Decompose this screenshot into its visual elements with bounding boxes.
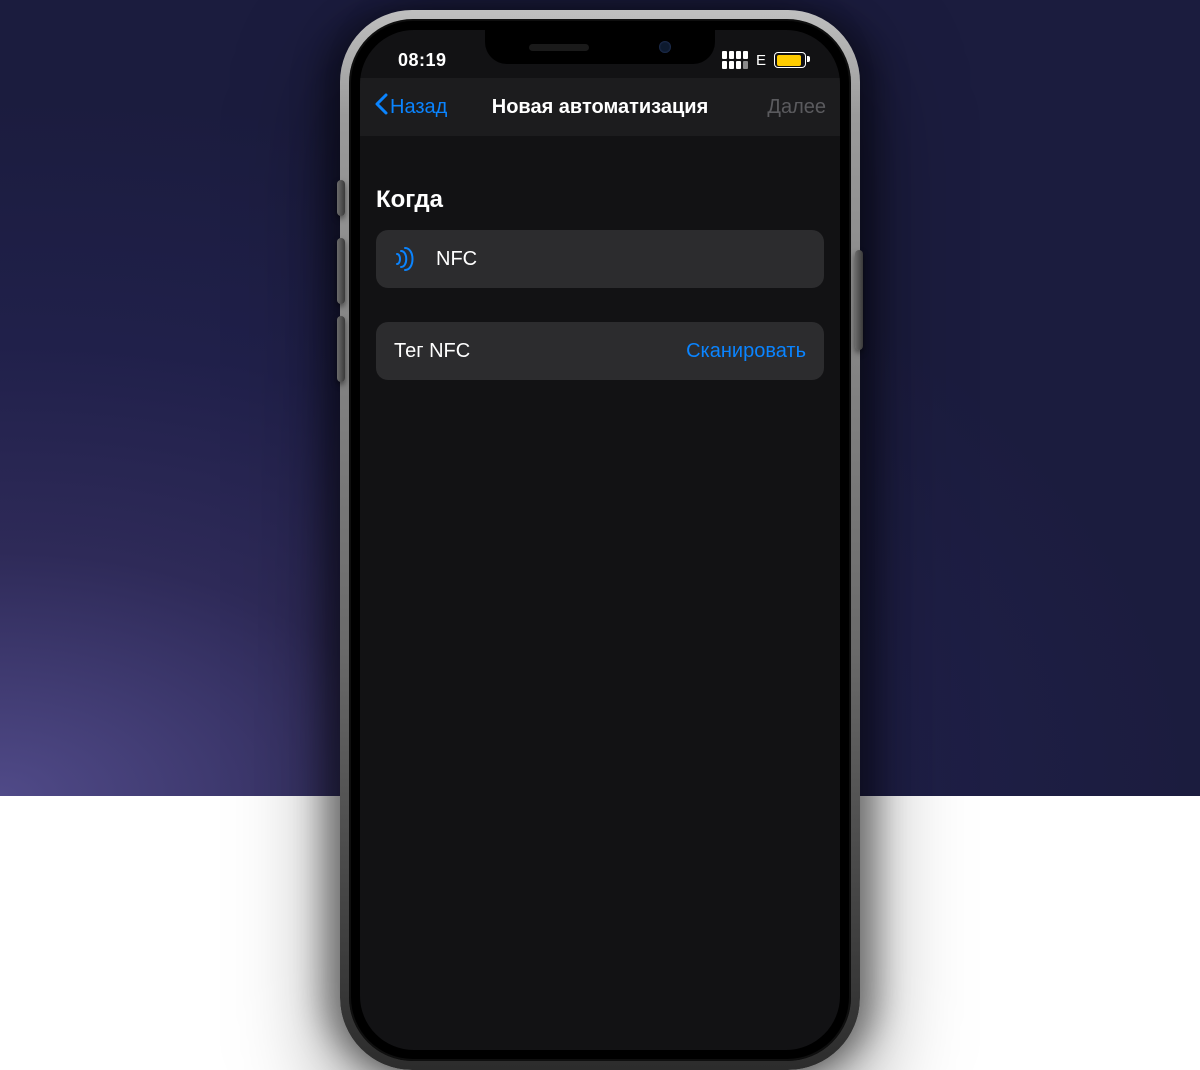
phone-power-button xyxy=(855,250,863,350)
nfc-icon xyxy=(394,247,418,271)
phone-volume-down-button xyxy=(337,316,345,382)
earpiece-speaker xyxy=(529,44,589,51)
content-area: Когда NFC Тег NFC Скан xyxy=(360,136,840,1050)
phone-device: 08:19 E xyxy=(330,10,870,796)
scan-button[interactable]: Сканировать xyxy=(686,340,806,363)
nfc-tag-label: Тег NFC xyxy=(394,340,470,363)
back-label: Назад xyxy=(390,96,447,119)
chevron-left-icon xyxy=(374,93,388,121)
status-time: 08:19 xyxy=(398,50,447,71)
phone-screen: 08:19 E xyxy=(360,30,840,1050)
trigger-nfc-row[interactable]: NFC xyxy=(376,230,824,288)
trigger-nfc-label: NFC xyxy=(436,248,477,271)
back-button[interactable]: Назад xyxy=(374,93,447,121)
status-icons: E xyxy=(722,51,806,69)
section-title-when: Когда xyxy=(376,186,824,214)
phone-notch xyxy=(485,30,715,64)
network-type-label: E xyxy=(756,52,766,69)
nav-title: Новая автоматизация xyxy=(492,96,708,119)
nfc-tag-row[interactable]: Тег NFC Сканировать xyxy=(376,322,824,380)
phone-volume-up-button xyxy=(337,238,345,304)
battery-fill xyxy=(777,55,801,66)
next-button[interactable]: Далее xyxy=(767,96,826,119)
phone-mute-switch xyxy=(337,180,345,216)
signal-icon xyxy=(722,51,748,69)
battery-icon xyxy=(774,52,806,68)
front-camera xyxy=(659,41,671,53)
nav-bar: Назад Новая автоматизация Далее xyxy=(360,78,840,136)
